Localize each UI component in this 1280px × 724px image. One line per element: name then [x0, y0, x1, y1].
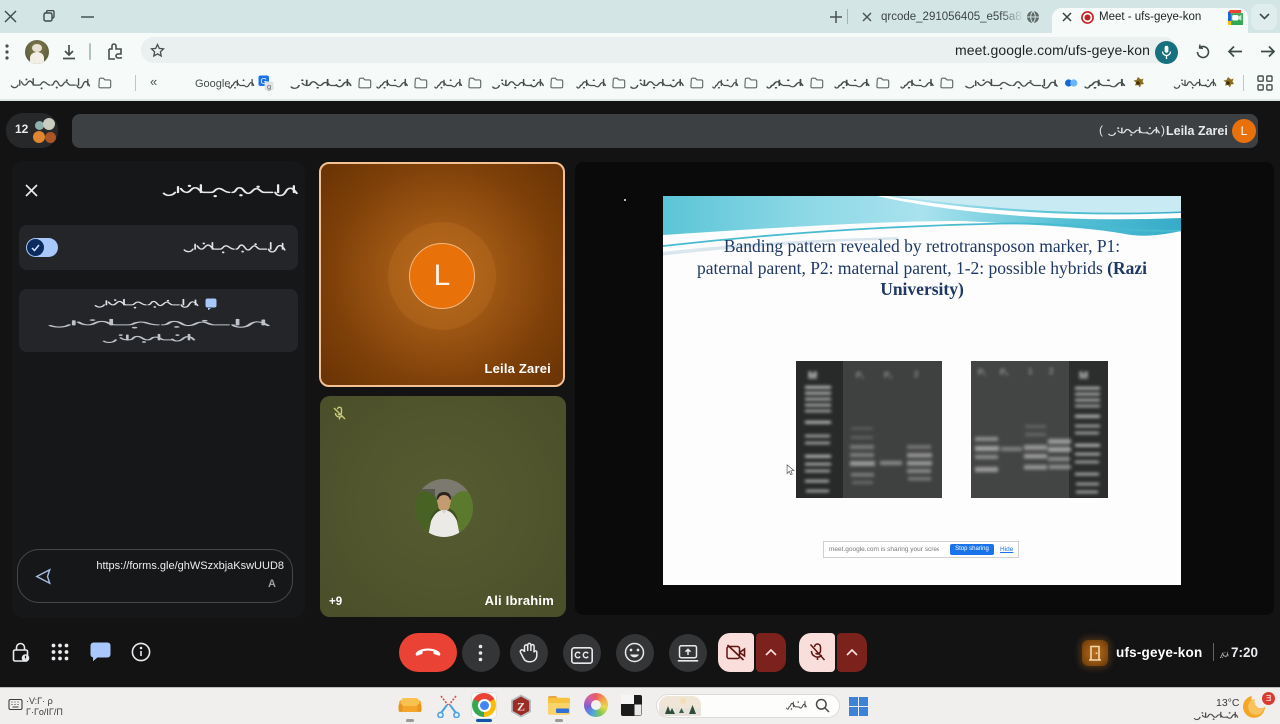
svg-text:g: g	[267, 82, 271, 91]
svg-text:P₂: P₂	[884, 371, 892, 380]
svg-text:2: 2	[914, 370, 919, 379]
svg-text:1: 1	[1028, 367, 1033, 376]
svg-text:2: 2	[1049, 367, 1054, 376]
svg-text:Z: Z	[517, 700, 525, 714]
svg-text:P₂: P₂	[1000, 368, 1008, 377]
svg-text:P₁: P₁	[856, 371, 864, 380]
svg-text:M: M	[808, 370, 817, 382]
svg-text:P₁: P₁	[978, 368, 986, 377]
svg-text:M: M	[1079, 370, 1088, 382]
